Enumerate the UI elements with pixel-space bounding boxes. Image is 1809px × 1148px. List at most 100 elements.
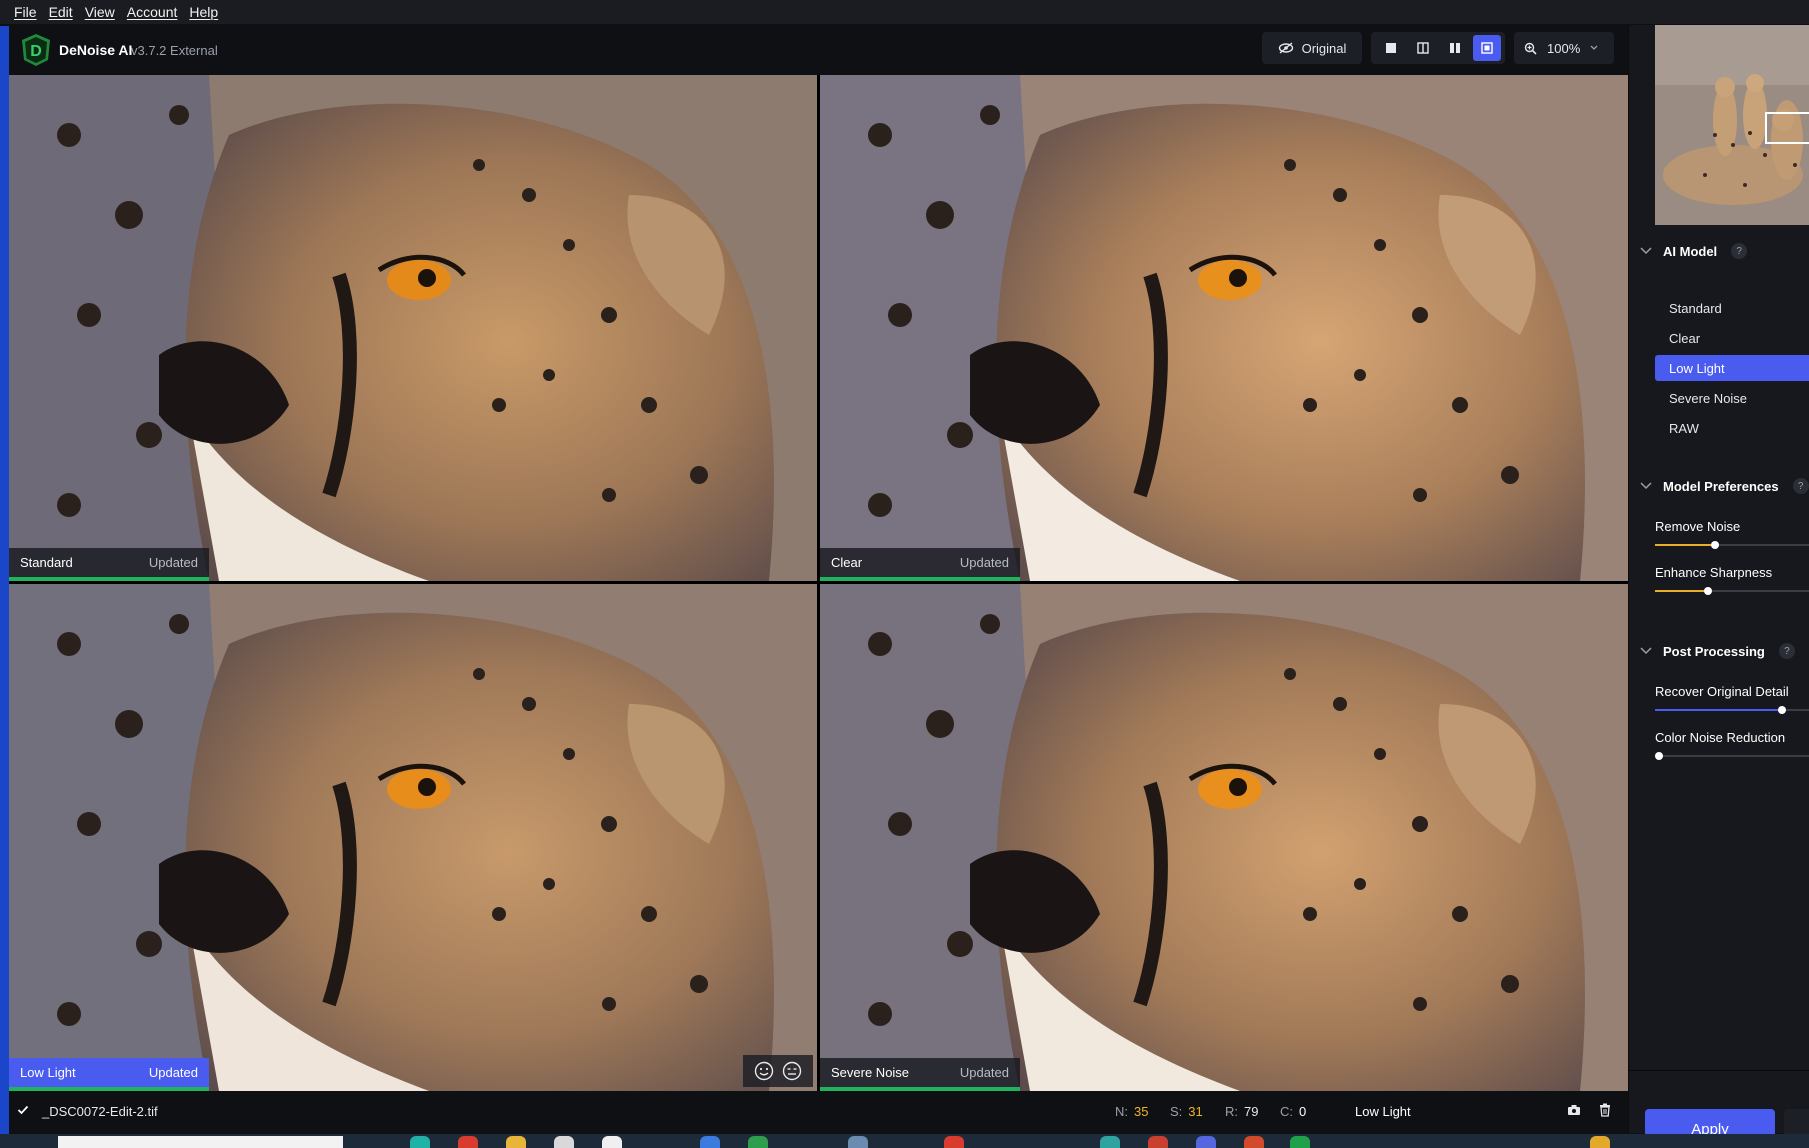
model-preferences-section-header[interactable]: Model Preferences ?: [1639, 478, 1809, 494]
taskbar-app-icon[interactable]: [410, 1136, 430, 1148]
slider-fill: [1655, 709, 1783, 711]
split-view-icon: [1417, 42, 1429, 54]
left-window-edge: [0, 26, 9, 1134]
denoise-app-window: File Edit View Account Help D DeNoise AI…: [0, 0, 1809, 1148]
original-toggle-button[interactable]: Original: [1262, 32, 1362, 64]
menu-help[interactable]: Help: [189, 4, 218, 20]
slider-fill: [1655, 544, 1716, 546]
panel-label-bar: Low Light Updated: [9, 1058, 209, 1091]
color-noise-label: Color Noise Reduction: [1655, 730, 1786, 745]
model-option-standard[interactable]: Standard: [1655, 295, 1809, 321]
taskbar-app-icon[interactable]: [848, 1136, 868, 1148]
remove-noise-label: Remove Noise: [1655, 519, 1741, 534]
taskbar-app-icon[interactable]: [1148, 1136, 1168, 1148]
color-noise-slider[interactable]: [1655, 752, 1809, 760]
menu-file[interactable]: File: [14, 4, 37, 20]
navigator-thumbnail[interactable]: [1655, 25, 1809, 225]
zoom-value: 100%: [1547, 40, 1581, 56]
slider-knob[interactable]: [1778, 706, 1787, 714]
app-name: DeNoise AI: [59, 42, 133, 58]
taskbar-search-box[interactable]: [58, 1136, 343, 1148]
enhance-sharpness-label: Enhance Sharpness: [1655, 565, 1773, 580]
face-detection-group: [743, 1055, 813, 1087]
zoom-icon: [1524, 42, 1537, 55]
menu-account[interactable]: Account: [127, 4, 178, 20]
cheetah-photo: [820, 75, 1628, 581]
os-taskbar: [0, 1134, 1809, 1148]
slider-knob[interactable]: [1711, 541, 1720, 549]
taskbar-app-icon[interactable]: [700, 1136, 720, 1148]
model-option-severe-noise[interactable]: Severe Noise: [1655, 385, 1809, 411]
taskbar-app-icon[interactable]: [1196, 1136, 1216, 1148]
camera-icon[interactable]: [1567, 1104, 1581, 1116]
menu-view[interactable]: View: [85, 4, 115, 20]
navigator-photo: [1655, 25, 1809, 225]
noise-stat-label: N:: [1115, 1104, 1128, 1119]
recover-detail-slider[interactable]: [1655, 706, 1809, 714]
ai-model-help-icon[interactable]: ?: [1731, 243, 1748, 259]
model-option-raw[interactable]: RAW: [1655, 415, 1809, 441]
preview-panel-severe-noise[interactable]: Severe Noise Updated: [820, 584, 1628, 1091]
panel-model-name: Low Light: [20, 1065, 76, 1080]
panel-status: Updated: [148, 1065, 198, 1080]
sharpness-stat-label: S:: [1170, 1104, 1183, 1119]
app-header: D DeNoise AI v3.7.2 External Original 10…: [9, 25, 1629, 75]
taskbar-app-icon[interactable]: [748, 1136, 768, 1148]
preview-panel-clear[interactable]: Clear Updated: [820, 75, 1628, 581]
model-preferences-title: Model Preferences: [1663, 478, 1779, 494]
panel-status: Updated: [148, 555, 198, 570]
single-view-button[interactable]: [1377, 35, 1405, 61]
side-by-side-view-button[interactable]: [1441, 35, 1469, 61]
slider-knob[interactable]: [1655, 752, 1663, 760]
preview-panel-low-light[interactable]: Low Light Updated: [9, 584, 817, 1091]
cheetah-photo: [9, 75, 817, 581]
taskbar-app-icon[interactable]: [944, 1136, 964, 1148]
remove-noise-slider[interactable]: [1655, 541, 1809, 549]
split-view-button[interactable]: [1409, 35, 1437, 61]
taskbar-app-icon[interactable]: [602, 1136, 622, 1148]
apply-area: Apply: [1629, 1070, 1809, 1148]
enhance-sharpness-slider[interactable]: [1655, 587, 1809, 595]
panel-status: Updated: [959, 1065, 1009, 1080]
taskbar-app-icon[interactable]: [1244, 1136, 1264, 1148]
taskbar-app-icon[interactable]: [1100, 1136, 1120, 1148]
ai-model-section-header[interactable]: AI Model ?: [1639, 243, 1748, 259]
smile-face-icon[interactable]: [754, 1061, 774, 1081]
cheetah-photo: [820, 584, 1628, 1091]
recover-stat-value: 79: [1244, 1104, 1259, 1119]
taskbar-folder-icon[interactable]: [506, 1136, 526, 1148]
zoom-control[interactable]: 100%: [1514, 32, 1614, 64]
post-processing-help-icon[interactable]: ?: [1778, 643, 1795, 659]
neutral-face-icon[interactable]: [782, 1061, 802, 1081]
chevron-down-icon: [1640, 647, 1652, 655]
menu-bar: File Edit View Account Help: [0, 0, 1809, 24]
slider-fill: [1655, 590, 1708, 592]
panel-model-name: Severe Noise: [831, 1065, 910, 1080]
chevron-down-icon: [1640, 482, 1652, 490]
model-option-clear[interactable]: Clear: [1655, 325, 1809, 351]
color-stat-value: 0: [1299, 1104, 1307, 1119]
post-processing-section-header[interactable]: Post Processing ?: [1639, 643, 1795, 659]
taskbar-denoise-icon[interactable]: [1290, 1136, 1310, 1148]
original-label: Original: [1301, 40, 1347, 56]
slider-knob[interactable]: [1703, 587, 1712, 595]
model-preferences-help-icon[interactable]: ?: [1792, 478, 1809, 494]
trash-icon[interactable]: [1599, 1103, 1611, 1117]
sharpness-stat-value: 31: [1188, 1104, 1203, 1119]
panel-model-name: Standard: [20, 555, 73, 570]
settings-sidebar: AI Model ? Standard Clear Low Light Seve…: [1628, 25, 1809, 1148]
preview-panel-standard[interactable]: Standard Updated: [9, 75, 817, 581]
taskbar-app-icon[interactable]: [554, 1136, 574, 1148]
comparison-viewer[interactable]: Standard Updated Clear Updated Low Light…: [9, 75, 1628, 1091]
comparison-view-button[interactable]: [1473, 35, 1501, 61]
taskbar-tray-icon[interactable]: [1590, 1136, 1610, 1148]
menu-edit[interactable]: Edit: [49, 4, 73, 20]
side-by-side-view-icon: [1450, 43, 1460, 53]
taskbar-app-icon[interactable]: [458, 1136, 478, 1148]
model-option-low-light[interactable]: Low Light: [1655, 355, 1809, 381]
view-mode-group: [1371, 32, 1505, 64]
chevron-down-icon: [1590, 45, 1598, 50]
ai-model-title: AI Model: [1663, 243, 1718, 259]
status-bar: _DSC0072-Edit-2.tif N: 35 S: 31 R: 79 C: 0 L…: [9, 1092, 1628, 1132]
checkmark-icon[interactable]: [17, 1104, 29, 1116]
